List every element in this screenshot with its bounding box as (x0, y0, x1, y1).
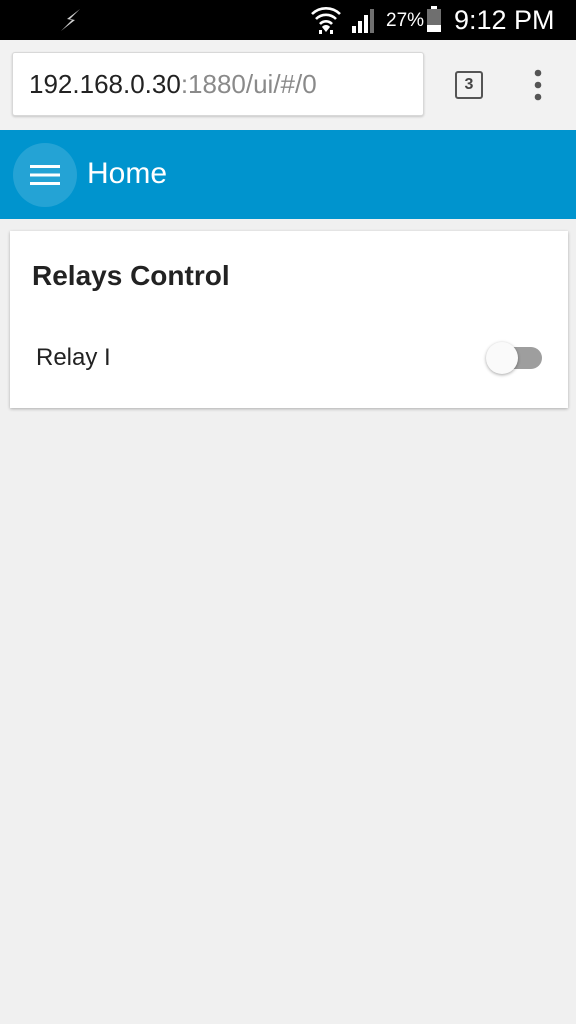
more-options-icon[interactable] (528, 68, 548, 102)
flash-icon (61, 9, 80, 31)
browser-toolbar: 192.168.0.30:1880/ui/#/0 3 (0, 40, 576, 130)
clock: 9:12 PM (454, 5, 555, 35)
signal-icon (352, 9, 374, 33)
relay-toggle-switch[interactable] (486, 340, 544, 376)
tab-switcher-button[interactable]: 3 (455, 71, 483, 99)
app-header: Home (0, 130, 576, 219)
relays-control-card: Relays Control Relay I (10, 231, 568, 408)
menu-button[interactable] (13, 143, 77, 207)
battery-percent: 27% (386, 10, 425, 31)
hamburger-icon (30, 165, 60, 185)
page-title: Home (87, 157, 168, 190)
relay-label: Relay I (36, 344, 111, 371)
url-path: :1880/ui/#/0 (180, 69, 317, 99)
url-host: 192.168.0.30 (29, 69, 181, 99)
wifi-icon (311, 7, 341, 34)
battery-icon (427, 6, 441, 32)
status-bar: 27% 9:12 PM (0, 0, 576, 40)
card-title: Relays Control (32, 260, 230, 291)
tab-count: 3 (464, 76, 474, 93)
switch-thumb (486, 342, 518, 374)
url-input[interactable]: 192.168.0.30:1880/ui/#/0 (12, 52, 424, 116)
